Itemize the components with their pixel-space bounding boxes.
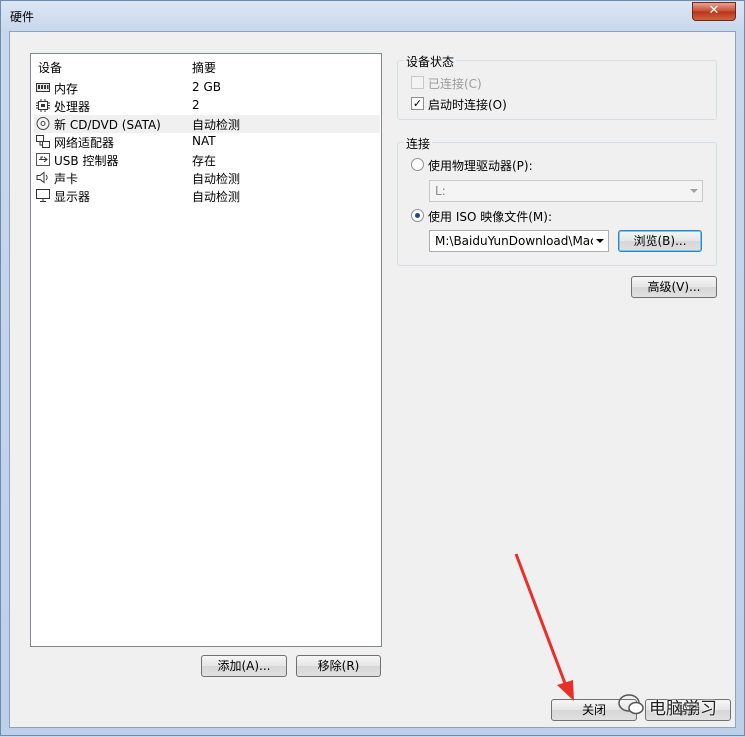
device-row-network[interactable]: 网络适配器 NAT xyxy=(34,133,380,151)
device-name: 处理器 xyxy=(54,100,91,114)
chevron-down-icon xyxy=(690,189,698,193)
column-header-summary[interactable]: 摘要 xyxy=(192,59,216,76)
device-row-usb[interactable]: USB 控制器 存在 xyxy=(34,151,380,169)
processor-icon xyxy=(36,99,50,112)
connected-label: 已连接(C) xyxy=(428,77,482,91)
device-row-memory[interactable]: 内存 2 GB xyxy=(34,79,380,97)
device-summary: 2 xyxy=(192,98,200,112)
radio-selected-dot xyxy=(415,213,420,218)
device-summary: NAT xyxy=(192,134,216,148)
advanced-button[interactable]: 高级(V)... xyxy=(631,276,717,298)
device-name: 声卡 xyxy=(54,172,79,186)
close-icon: ✕ xyxy=(708,3,720,18)
watermark-text: 电脑学习 xyxy=(649,699,717,719)
device-summary: 自动检测 xyxy=(192,172,241,186)
checkmark-icon: ✓ xyxy=(412,97,423,110)
title-bar[interactable]: 硬件 ✕ xyxy=(1,1,744,31)
connect-at-power-on-label: 启动时连接(O) xyxy=(428,98,507,112)
browse-button[interactable]: 浏览(B)... xyxy=(618,230,702,252)
device-row-display[interactable]: 显示器 自动检测 xyxy=(34,187,380,205)
display-icon xyxy=(36,189,50,202)
usb-icon xyxy=(36,153,50,166)
chevron-down-icon xyxy=(596,239,604,243)
device-summary: 自动检测 xyxy=(192,118,241,132)
dialog-client-area: 设备 摘要 内存 2 GB 处理器 2 新 CD/DVD (SATA) 自动检测… xyxy=(9,31,736,728)
device-summary: 自动检测 xyxy=(192,190,241,204)
device-status-title: 设备状态 xyxy=(404,53,457,70)
device-name: 新 CD/DVD (SATA) xyxy=(54,118,161,132)
add-button[interactable]: 添加(A)... xyxy=(201,655,287,677)
column-header-device[interactable]: 设备 xyxy=(38,59,62,76)
connect-at-power-on-checkbox[interactable]: ✓ xyxy=(411,97,424,110)
device-summary: 2 GB xyxy=(192,80,221,94)
connection-title: 连接 xyxy=(404,135,433,152)
device-name: USB 控制器 xyxy=(54,154,119,168)
physical-drive-select[interactable]: L: xyxy=(429,180,703,202)
iso-image-radio[interactable] xyxy=(411,209,424,222)
device-row-cd-dvd[interactable]: 新 CD/DVD (SATA) 自动检测 xyxy=(34,115,380,133)
device-name: 网络适配器 xyxy=(54,136,115,150)
cd-dvd-icon xyxy=(36,117,50,130)
device-list-header: 设备 摘要 xyxy=(31,54,381,76)
device-row-processor[interactable]: 处理器 2 xyxy=(34,97,380,115)
window-close-button[interactable]: ✕ xyxy=(692,2,736,21)
connected-checkbox[interactable] xyxy=(411,76,424,89)
device-name: 显示器 xyxy=(54,190,91,204)
device-list[interactable]: 设备 摘要 内存 2 GB 处理器 2 新 CD/DVD (SATA) 自动检测… xyxy=(30,53,382,647)
iso-image-path-value: M:\BaiduYunDownload\MacC xyxy=(435,234,593,248)
device-summary: 存在 xyxy=(192,154,217,168)
window-title: 硬件 xyxy=(10,10,35,24)
sound-icon xyxy=(36,171,50,184)
memory-icon xyxy=(36,81,50,94)
wechat-icon xyxy=(618,694,644,715)
device-status-group: 设备状态 已连接(C) ✓ 启动时连接(O) xyxy=(397,53,717,120)
physical-drive-radio[interactable] xyxy=(411,158,424,171)
connection-group: 连接 使用物理驱动器(P): L: 使用 ISO 映像文件(M): M:\Bai… xyxy=(397,135,717,266)
device-row-sound[interactable]: 声卡 自动检测 xyxy=(34,169,380,187)
network-icon xyxy=(36,135,50,148)
iso-image-path-select[interactable]: M:\BaiduYunDownload\MacC xyxy=(429,230,609,252)
device-name: 内存 xyxy=(54,82,79,96)
hardware-dialog: 硬件 ✕ 设备 摘要 内存 2 GB 处理器 2 新 CD/DVD (SATA)… xyxy=(0,0,745,736)
iso-image-label: 使用 ISO 映像文件(M): xyxy=(428,210,552,224)
physical-drive-label: 使用物理驱动器(P): xyxy=(428,159,533,173)
watermark: 电脑学习 xyxy=(617,692,737,719)
physical-drive-value: L: xyxy=(435,184,446,198)
remove-button[interactable]: 移除(R) xyxy=(296,655,381,677)
